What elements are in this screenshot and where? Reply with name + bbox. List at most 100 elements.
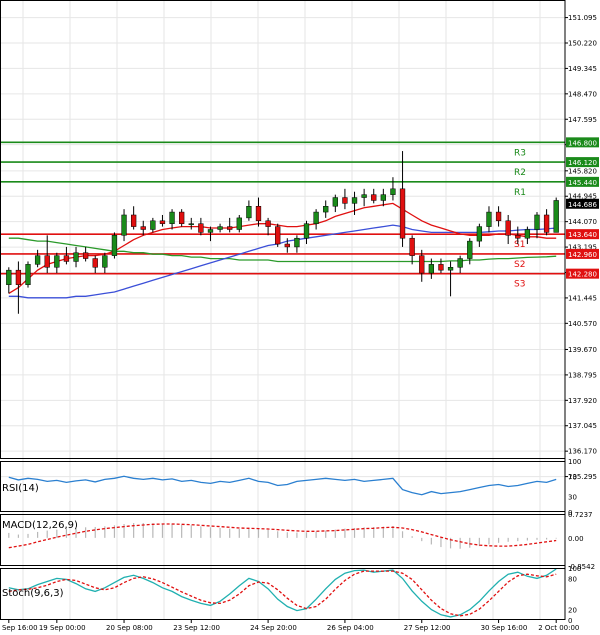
candle-body bbox=[419, 255, 425, 274]
level-name-s2: S2 bbox=[514, 260, 525, 270]
candle-body bbox=[524, 229, 531, 239]
candle-body bbox=[121, 214, 127, 236]
price-tick-label: 144.070 bbox=[568, 218, 597, 226]
candle-body bbox=[428, 264, 435, 274]
candle-body bbox=[505, 220, 511, 236]
price-tick-label: 138.795 bbox=[568, 371, 597, 379]
level-price-label: 146.800 bbox=[568, 139, 597, 147]
level-name-r1: R1 bbox=[514, 188, 526, 198]
candle-body bbox=[409, 237, 415, 256]
candle-body bbox=[150, 220, 156, 230]
price-tick-label: 148.470 bbox=[568, 90, 597, 98]
current-price-label: 144.686 bbox=[568, 201, 597, 209]
candle-body bbox=[111, 235, 118, 256]
time-tick-label: 24 Sep 20:00 bbox=[250, 624, 297, 632]
candle-body bbox=[6, 269, 12, 285]
level-price-label: 142.960 bbox=[568, 251, 597, 259]
candle-body bbox=[255, 206, 262, 222]
candle-body bbox=[438, 264, 444, 271]
time-tick-label: 18 Sep 16:00 bbox=[0, 624, 38, 632]
rsi-label: RSI(14) bbox=[2, 483, 39, 494]
candle-body bbox=[303, 223, 310, 239]
level-price-label: 142.280 bbox=[568, 271, 597, 279]
candle-body bbox=[543, 214, 550, 233]
price-tick-label: 137.920 bbox=[568, 397, 597, 405]
candle-body bbox=[25, 264, 31, 285]
candle-body bbox=[169, 211, 175, 224]
candle-body bbox=[265, 220, 271, 227]
time-tick-label: 26 Sep 04:00 bbox=[327, 624, 374, 632]
candle-body bbox=[495, 211, 502, 222]
candle-body bbox=[284, 243, 290, 248]
candle-body bbox=[34, 255, 41, 265]
candle-body bbox=[73, 252, 79, 262]
candle-body bbox=[54, 255, 60, 268]
candle-body bbox=[342, 197, 348, 204]
price-tick-label: 140.570 bbox=[568, 320, 597, 328]
candle-body bbox=[371, 194, 377, 201]
candle-body bbox=[332, 197, 338, 207]
candle-body bbox=[323, 206, 329, 213]
candle-body bbox=[246, 206, 252, 219]
macd-label: MACD(12,26,9) bbox=[2, 520, 78, 531]
candle-body bbox=[82, 252, 89, 259]
level-name-s3: S3 bbox=[514, 280, 525, 290]
level-name-r3: R3 bbox=[514, 148, 526, 158]
level-price-label: 146.120 bbox=[568, 159, 597, 167]
candle-body bbox=[534, 214, 540, 230]
candle-body bbox=[188, 223, 194, 225]
stoch-label: Stoch(9,6,3) bbox=[2, 588, 64, 599]
candle-body bbox=[227, 226, 233, 230]
price-tick-label: 136.170 bbox=[568, 448, 597, 456]
candle-body bbox=[198, 223, 204, 233]
rsi-tick-label: 70 bbox=[568, 473, 577, 481]
rsi-tick-label: 100 bbox=[568, 458, 581, 466]
candle-body bbox=[390, 188, 396, 195]
stoch-tick-label: 100 bbox=[568, 565, 581, 573]
price-tick-label: 137.045 bbox=[568, 422, 597, 430]
time-tick-label: 20 Sep 08:00 bbox=[106, 624, 153, 632]
time-tick-label: 2 Oct 00:00 bbox=[538, 624, 579, 632]
forex-chart: R3 R2 R1 S1 S2 S3 RSI(14) MACD(12,26,9) Stoch… bbox=[0, 0, 600, 635]
candle-body bbox=[361, 194, 367, 198]
price-tick-label: 141.445 bbox=[568, 294, 597, 302]
level-name-r2: R2 bbox=[514, 168, 526, 178]
candle-body bbox=[15, 269, 22, 285]
level-name-s1: S1 bbox=[514, 240, 525, 250]
time-tick-label: 23 Sep 12:00 bbox=[173, 624, 220, 632]
stoch-tick-label: 80 bbox=[568, 575, 577, 583]
candle-body bbox=[486, 211, 492, 227]
candle-body bbox=[275, 226, 281, 245]
candle-body bbox=[467, 240, 473, 259]
price-tick-label: 150.220 bbox=[568, 39, 597, 47]
level-price-label: 145.440 bbox=[568, 179, 597, 187]
macd-tick-label: 0.7237 bbox=[568, 511, 593, 519]
price-tick-label: 149.345 bbox=[568, 65, 597, 73]
candle-body bbox=[380, 194, 386, 201]
level-price-label: 143.640 bbox=[568, 231, 597, 239]
candle-body bbox=[179, 211, 185, 224]
candle-body bbox=[63, 255, 70, 262]
time-tick-label: 19 Sep 00:00 bbox=[39, 624, 86, 632]
price-tick-label: 145.820 bbox=[568, 167, 597, 175]
stoch-tick-label: 20 bbox=[568, 607, 577, 615]
candle-body bbox=[457, 258, 463, 268]
candle-body bbox=[130, 214, 137, 227]
candle-body bbox=[102, 255, 108, 268]
candle-body bbox=[207, 229, 214, 233]
candle-body bbox=[236, 217, 242, 230]
candle-body bbox=[44, 255, 50, 268]
candle-body bbox=[553, 200, 559, 233]
candle-body bbox=[399, 188, 406, 239]
candle-body bbox=[447, 267, 454, 271]
candle-body bbox=[351, 197, 358, 204]
candle-body bbox=[217, 226, 223, 230]
price-tick-label: 139.670 bbox=[568, 346, 597, 354]
price-tick-label: 151.095 bbox=[568, 14, 597, 22]
time-tick-label: 27 Sep 12:00 bbox=[404, 624, 451, 632]
candle-body bbox=[476, 226, 483, 242]
candle-body bbox=[140, 226, 146, 230]
candle-body bbox=[294, 237, 300, 248]
rsi-tick-label: 30 bbox=[568, 494, 577, 502]
price-tick-label: 147.595 bbox=[568, 116, 597, 124]
